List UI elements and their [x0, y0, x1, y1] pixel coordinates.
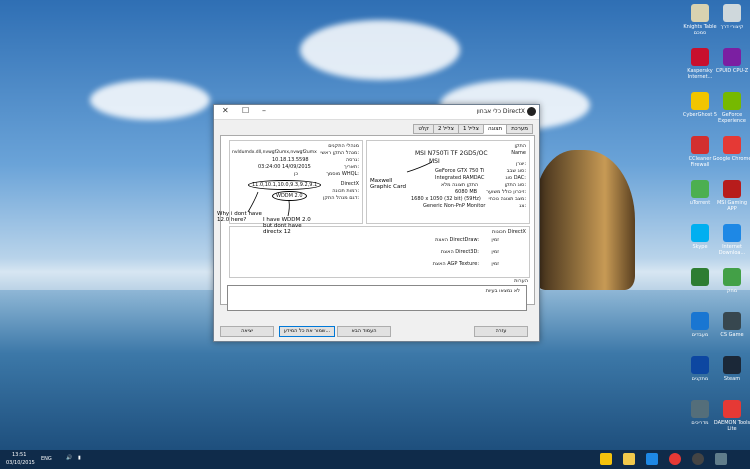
directx-taskbar-icon[interactable]: [692, 453, 704, 465]
network-icon[interactable]: ▮: [78, 455, 81, 461]
taskbar-app-icon[interactable]: [646, 453, 658, 465]
taskbar-app-icon-2[interactable]: [715, 453, 727, 465]
clock-date[interactable]: 03/10/2015: [6, 460, 35, 466]
yellow-app-icon[interactable]: [600, 453, 612, 465]
chrome-icon[interactable]: [669, 453, 681, 465]
volume-icon[interactable]: 🔊: [66, 455, 72, 461]
annotation-arrows: [247, 161, 433, 217]
language-indicator[interactable]: ENG: [41, 456, 52, 462]
clock-time[interactable]: 13:51: [12, 452, 26, 458]
file-explorer-icon[interactable]: [623, 453, 635, 465]
taskbar: ENG 13:51 03/10/2015 🔊 ▮: [0, 450, 750, 469]
